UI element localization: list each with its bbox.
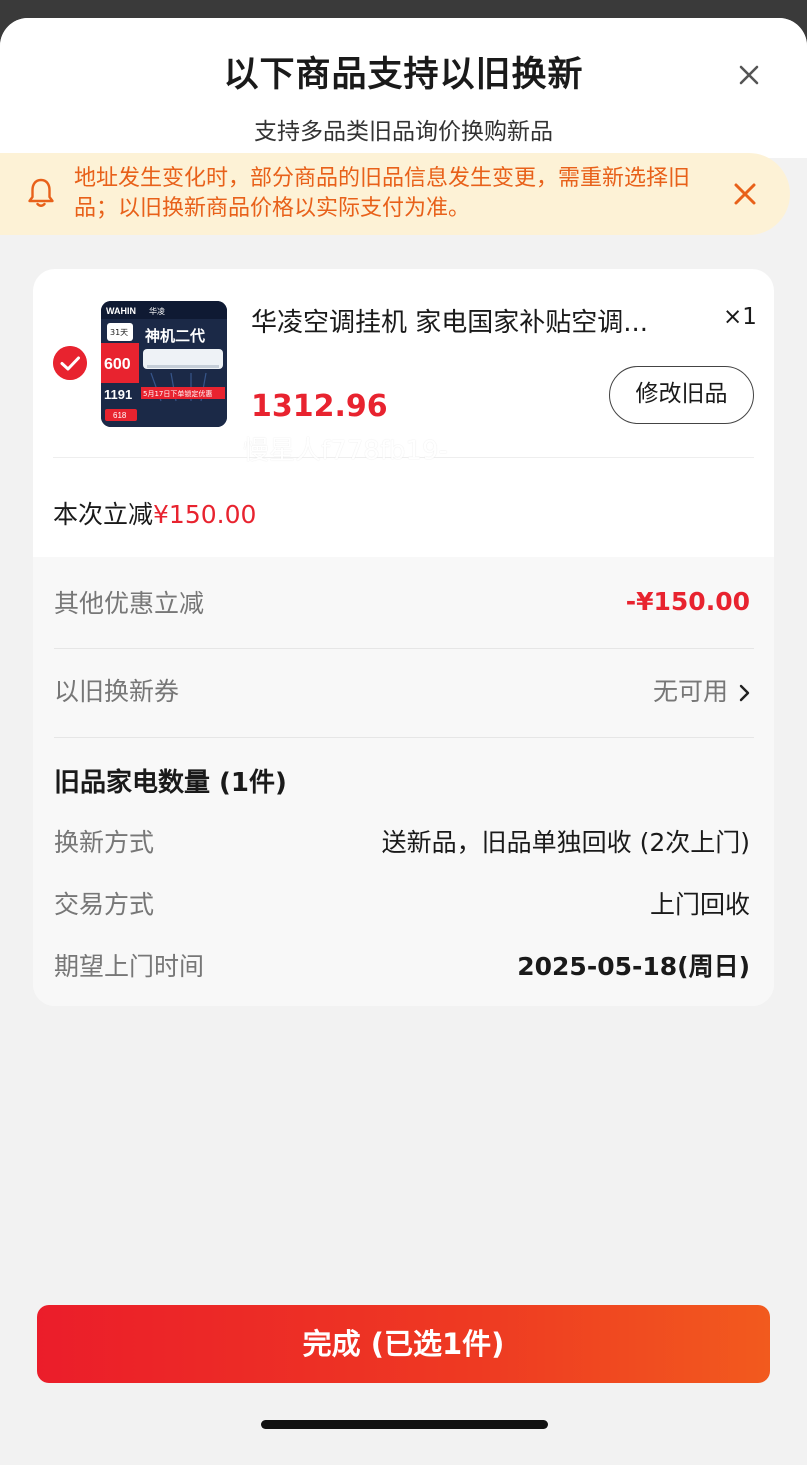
discount-line: 本次立减¥150.00	[53, 495, 256, 531]
exchange-method-label: 换新方式	[54, 828, 155, 857]
visit-time-value: 2025-05-18(周日)	[517, 952, 750, 981]
notice-text: 地址发生变化时，部分商品的旧品信息发生变更，需重新选择旧品；以旧换新商品价格以实…	[74, 166, 691, 221]
thumb-price: 1191	[104, 387, 132, 402]
close-icon[interactable]	[732, 58, 766, 92]
product-card: WAHIN 华凌 31天 600 神机二代 1191 5月17日下单锁定优惠 6…	[33, 269, 774, 1006]
coupon-value: 无可用	[652, 677, 728, 706]
modify-old-item-button[interactable]: 修改旧品	[609, 366, 754, 424]
visit-time-label: 期望上门时间	[54, 952, 205, 981]
notice-banner: 地址发生变化时，部分商品的旧品信息发生变更，需重新选择旧品；以旧换新商品价格以实…	[0, 153, 790, 235]
bottom-sheet: 以下商品支持以旧换新 支持多品类旧品询价换购新品 地址发生变化时，部分商品的旧品…	[0, 18, 807, 1465]
done-button[interactable]: 完成 (已选1件)	[37, 1305, 770, 1383]
discount-label: 本次立减	[53, 500, 154, 529]
thumb-headline: 神机二代	[145, 327, 205, 345]
exchange-method-value: 送新品，旧品单独回收 (2次上门)	[381, 828, 750, 857]
discount-amount: ¥150.00	[153, 500, 257, 529]
watermark: 慢星人f778fb19-	[243, 436, 448, 466]
divider	[54, 648, 754, 649]
trade-method-value: 上门回收	[649, 890, 750, 919]
thumb-tag: 618	[113, 411, 127, 420]
other-discount-value: -¥150.00	[625, 587, 750, 616]
other-discount-label: 其他优惠立减	[54, 589, 205, 618]
product-thumbnail[interactable]: WAHIN 华凌 31天 600 神机二代 1191 5月17日下单锁定优惠 6…	[101, 301, 227, 427]
home-indicator	[261, 1420, 548, 1429]
checkbox-checked-icon[interactable]	[53, 346, 87, 380]
trade-method-label: 交易方式	[54, 890, 155, 919]
bell-icon	[28, 178, 54, 207]
thumb-badge-num: 600	[104, 356, 131, 373]
product-image: WAHIN 华凌 31天 600 神机二代 1191 5月17日下单锁定优惠 6…	[101, 301, 227, 427]
thumb-brand: WAHIN	[106, 306, 136, 316]
section-title: 旧品家电数量 (1件)	[54, 768, 287, 798]
thumb-banner: 5月17日下单锁定优惠	[143, 389, 212, 398]
coupon-label: 以旧换新券	[54, 677, 180, 706]
page-subtitle: 支持多品类旧品询价换购新品	[254, 119, 553, 145]
divider	[54, 737, 754, 738]
product-price: 1312.96	[251, 389, 388, 424]
coupon-value-wrap: 无可用	[653, 672, 752, 708]
thumb-brand-cn: 华凌	[149, 306, 165, 316]
product-name[interactable]: 华凌空调挂机 家电国家补贴空调...	[251, 302, 696, 339]
page-title: 以下商品支持以旧换新	[223, 55, 584, 95]
notice-close-icon[interactable]	[730, 179, 760, 209]
chevron-right-icon	[739, 684, 750, 702]
product-quantity: ×1	[723, 304, 757, 330]
detail-panel: 其他优惠立减 -¥150.00 以旧换新券 无可用 旧品家电数量 (1件) 换新…	[33, 557, 774, 1006]
thumb-badge-top: 31天	[110, 328, 128, 337]
